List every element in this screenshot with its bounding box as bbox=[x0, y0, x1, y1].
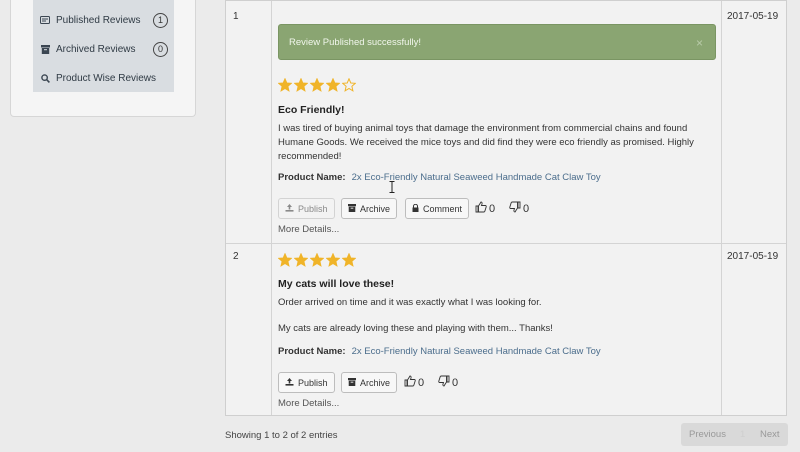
review-body: I was tired of buying animal toys that d… bbox=[278, 123, 694, 162]
archive-icon bbox=[348, 203, 356, 214]
sidebar-item-label: Archived Reviews bbox=[56, 43, 136, 55]
archive-label: Archive bbox=[360, 203, 391, 214]
publish-button[interactable]: Publish bbox=[278, 198, 335, 219]
text-cursor-icon bbox=[389, 181, 395, 196]
lock-icon bbox=[412, 203, 419, 214]
thumbs-up-icon bbox=[475, 201, 487, 216]
dislike-count: 0 bbox=[523, 202, 530, 215]
comment-label: Comment bbox=[423, 203, 463, 214]
archived-count-badge: 0 bbox=[153, 41, 168, 57]
dislike-button[interactable]: 0 bbox=[509, 201, 529, 216]
more-details-link[interactable]: More Details... bbox=[278, 224, 339, 235]
comment-button[interactable]: Comment bbox=[405, 198, 470, 219]
search-icon bbox=[40, 73, 50, 83]
product-label: Product Name: bbox=[278, 346, 346, 357]
dislike-button[interactable]: 0 bbox=[438, 375, 458, 390]
review-body: My cats are already loving these and pla… bbox=[278, 323, 553, 334]
like-count: 0 bbox=[418, 376, 425, 389]
star-filled-icon bbox=[310, 78, 324, 92]
upload-icon bbox=[285, 377, 294, 388]
publish-label: Publish bbox=[298, 203, 328, 214]
star-filled-icon bbox=[278, 78, 292, 92]
review-date: 2017-05-19 bbox=[727, 251, 779, 262]
more-details-link[interactable]: More Details... bbox=[278, 398, 339, 409]
sidebar-menu: Published Reviews 1 Archived Reviews 0 P… bbox=[33, 0, 174, 92]
sidebar-item-label: Published Reviews bbox=[56, 14, 141, 26]
archive-label: Archive bbox=[360, 377, 391, 388]
star-rating bbox=[278, 253, 356, 267]
upload-icon bbox=[285, 203, 294, 214]
archive-button[interactable]: Archive bbox=[341, 198, 398, 219]
star-filled-icon bbox=[294, 78, 308, 92]
like-button[interactable]: 0 bbox=[404, 375, 424, 390]
row-index: 2 bbox=[233, 251, 239, 262]
thumbs-down-icon bbox=[509, 201, 521, 216]
pagination: Previous 1 Next bbox=[681, 423, 788, 446]
star-empty-icon bbox=[342, 78, 356, 92]
next-button[interactable]: Next bbox=[760, 429, 780, 440]
archive-button[interactable]: Archive bbox=[341, 372, 398, 393]
column-divider bbox=[721, 1, 722, 415]
like-button[interactable]: 0 bbox=[475, 201, 495, 216]
product-label: Product Name: bbox=[278, 172, 346, 183]
product-line: Product Name: 2x Eco-Friendly Natural Sea… bbox=[278, 172, 601, 183]
published-count-badge: 1 bbox=[153, 12, 168, 28]
page-1-button[interactable]: 1 bbox=[740, 429, 745, 440]
column-divider bbox=[271, 1, 272, 415]
close-icon[interactable]: × bbox=[696, 36, 703, 50]
success-alert: Review Published successfully! × bbox=[278, 24, 716, 60]
reviews-table: 1 2017-05-19 Review Published successful… bbox=[225, 0, 787, 416]
star-filled-icon bbox=[326, 253, 340, 267]
publish-button[interactable]: Publish bbox=[278, 372, 335, 393]
entries-info: Showing 1 to 2 of 2 entries bbox=[225, 430, 338, 441]
star-filled-icon bbox=[342, 253, 356, 267]
product-name-link[interactable]: 2x Eco-Friendly Natural Seaweed Handmade… bbox=[352, 346, 601, 357]
alert-message: Review Published successfully! bbox=[289, 36, 422, 48]
archive-icon bbox=[348, 377, 356, 388]
thumbs-down-icon bbox=[438, 375, 450, 390]
sidebar-item-archived-reviews[interactable]: Archived Reviews 0 bbox=[40, 39, 168, 59]
published-icon bbox=[40, 15, 50, 25]
dislike-count: 0 bbox=[452, 376, 459, 389]
star-rating bbox=[278, 78, 356, 92]
row-index: 1 bbox=[233, 11, 239, 22]
thumbs-up-icon bbox=[404, 375, 416, 390]
sidebar-item-product-wise-reviews[interactable]: Product Wise Reviews bbox=[40, 68, 168, 88]
review-date: 2017-05-19 bbox=[727, 11, 779, 22]
sidebar-item-label: Product Wise Reviews bbox=[56, 72, 157, 84]
sidebar-item-published-reviews[interactable]: Published Reviews 1 bbox=[40, 10, 168, 30]
star-filled-icon bbox=[326, 78, 340, 92]
row-divider bbox=[226, 243, 786, 244]
review-title: My cats will love these! bbox=[278, 278, 395, 290]
star-filled-icon bbox=[310, 253, 324, 267]
star-filled-icon bbox=[278, 253, 292, 267]
review-body: Order arrived on time and it was exactly… bbox=[278, 297, 542, 308]
star-filled-icon bbox=[294, 253, 308, 267]
previous-button[interactable]: Previous bbox=[689, 429, 726, 440]
review-title: Eco Friendly! bbox=[278, 104, 345, 116]
publish-label: Publish bbox=[298, 377, 328, 388]
product-line: Product Name: 2x Eco-Friendly Natural Sea… bbox=[278, 346, 601, 357]
like-count: 0 bbox=[489, 202, 496, 215]
archive-icon bbox=[40, 44, 50, 54]
